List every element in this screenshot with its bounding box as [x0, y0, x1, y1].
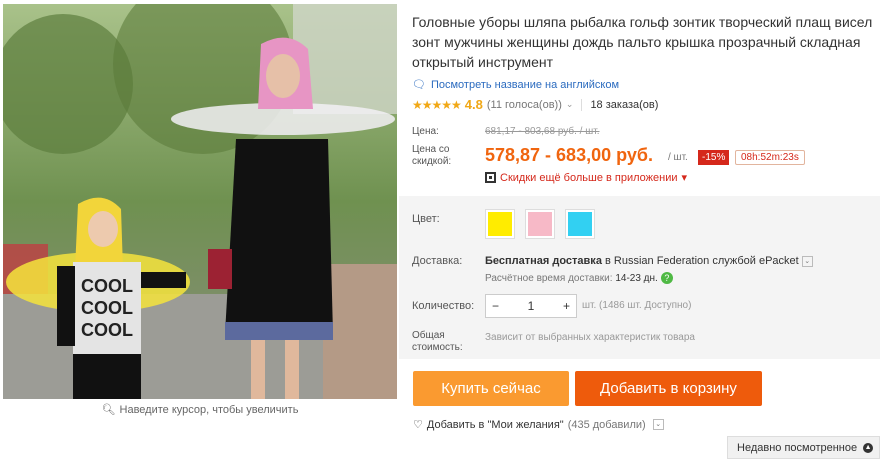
price-section: Цена: 681,17 - 803,68 руб. / шт. Цена со…: [399, 114, 880, 196]
wishlist-text: Добавить в "Мои желания": [426, 418, 564, 431]
heart-plus-icon: ♡: [413, 419, 423, 431]
app-promo-link[interactable]: Скидки ещё больше в приложении ▾: [485, 171, 687, 184]
discount-price-label-line-2: скидкой:: [412, 156, 452, 167]
color-swatch-pink[interactable]: [525, 209, 555, 239]
price-label: Цена:: [412, 126, 439, 137]
star-rating-icon: ★★★★★: [412, 97, 462, 112]
add-to-cart-button[interactable]: Добавить в корзину: [575, 371, 762, 406]
chevron-down-icon[interactable]: ⌄: [566, 99, 574, 110]
total-label-line-2: стоимость:: [412, 342, 463, 353]
discounted-price: 578,87 - 683,00 руб.: [485, 145, 653, 165]
qr-code-icon: [485, 172, 496, 183]
color-swatch-yellow[interactable]: [485, 209, 515, 239]
discount-badge: -15%: [698, 150, 730, 165]
app-promo-text: Скидки ещё больше в приложении: [500, 171, 678, 184]
quantity-minus-button[interactable]: −: [492, 299, 499, 313]
color-swatch-fill: [568, 212, 592, 236]
translate-link[interactable]: 🗨︎ Посмотреть название на английском: [412, 78, 878, 92]
caret-down-icon: ▾: [681, 172, 688, 184]
zoom-hint-text: Наведите курсор, чтобы увеличить: [119, 404, 299, 416]
kid-shirt-line-2: COOL: [81, 298, 133, 318]
shipping-label: Доставка:: [412, 255, 463, 267]
recently-viewed-label: Недавно посмотренное: [737, 441, 858, 454]
discount-price-label-line-1: Цена со: [412, 144, 450, 155]
discount-price-label: Цена со скидкой:: [412, 144, 451, 168]
divider: [581, 98, 583, 111]
buy-now-button[interactable]: Купить сейчас: [413, 371, 569, 406]
shipping-dropdown-icon[interactable]: ⌄: [801, 255, 813, 267]
product-details: Головные уборы шляпа рыбалка гольф зонти…: [412, 12, 878, 112]
total-note: Зависит от выбранных характеристик товар…: [485, 332, 695, 343]
wishlist-link[interactable]: ♡ Добавить в "Мои желания" (435 добавили…: [413, 418, 664, 431]
orders-count: 18 заказа(ов): [590, 98, 659, 111]
quantity-stepper: − 1 +: [485, 294, 577, 318]
old-price: 681,17 - 803,68 руб. / шт.: [485, 126, 600, 137]
per-unit: / шт.: [668, 152, 688, 163]
color-label: Цвет:: [412, 213, 440, 225]
wishlist-count: (435 добавили): [567, 418, 646, 431]
recently-viewed-tab[interactable]: Недавно посмотренное ▲: [727, 436, 880, 459]
delivery-time-value: 14-23 дн.: [615, 273, 658, 284]
color-swatch-fill: [488, 212, 512, 236]
help-icon[interactable]: ?: [660, 272, 673, 284]
product-image[interactable]: COOL COOL COOL: [3, 4, 397, 399]
magnifier-icon: 🔍︎: [101, 404, 116, 416]
zoom-hint: 🔍︎ Наведите курсор, чтобы увеличить: [3, 403, 397, 416]
kid-shirt-line-3: COOL: [81, 320, 133, 340]
total-label-line-1: Общая: [412, 330, 445, 341]
votes-link[interactable]: (11 голоса(ов)): [487, 99, 562, 111]
color-swatch-fill: [528, 212, 552, 236]
rating-row: ★★★★★ 4.8 (11 голоса(ов)) ⌄ 18 заказа(ов…: [412, 97, 878, 112]
caret-up-icon: ▲: [863, 442, 874, 453]
product-title: Головные уборы шляпа рыбалка гольф зонти…: [412, 14, 873, 70]
translate-icon: 🗨︎: [412, 79, 426, 91]
quantity-plus-button[interactable]: +: [563, 299, 570, 313]
countdown-timer: 08h:52m:23s: [735, 150, 805, 165]
color-swatch-blue[interactable]: [565, 209, 595, 239]
quantity-available: шт. (1486 шт. Доступно): [582, 300, 692, 311]
wishlist-dropdown-icon[interactable]: ⌄: [652, 419, 664, 430]
rating-value: 4.8: [464, 97, 483, 112]
free-shipping: Бесплатная доставка: [485, 255, 602, 267]
delivery-time-label: Расчётное время доставки:: [485, 273, 613, 284]
options-panel: Цвет: Доставка: Бесплатная доставка в Ru…: [399, 196, 880, 359]
delivery-time: Расчётное время доставки: 14-23 дн.?: [485, 272, 673, 284]
shipping-carrier: в Russian Federation службой ePacket: [601, 255, 799, 267]
total-label: Общая стоимость:: [412, 330, 463, 354]
kid-shirt-line-1: COOL: [81, 276, 133, 296]
shipping-method: Бесплатная доставка в Russian Federation…: [485, 255, 813, 267]
translate-link-text: Посмотреть название на английском: [430, 78, 620, 91]
quantity-input[interactable]: 1: [528, 299, 535, 313]
quantity-label: Количество:: [412, 300, 475, 312]
product-photo: COOL COOL COOL: [3, 4, 397, 399]
